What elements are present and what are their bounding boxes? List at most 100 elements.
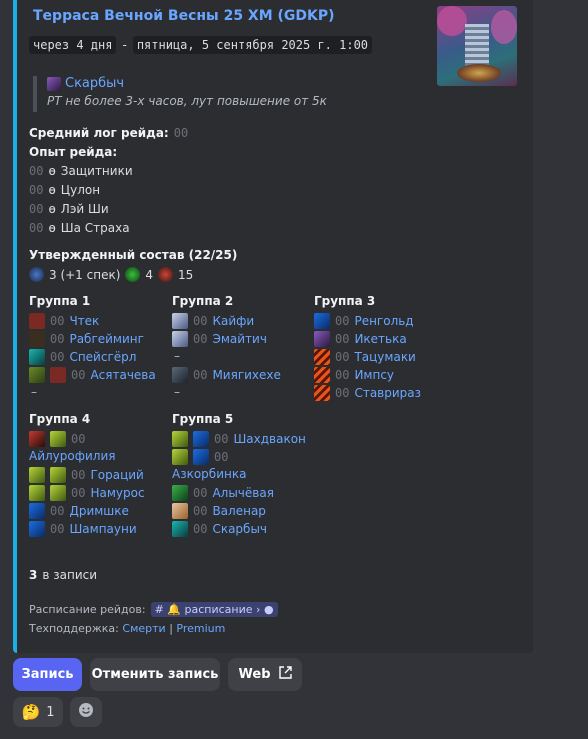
list-item: 00 Шахдвакон: [172, 431, 306, 447]
healer-count: 4: [145, 267, 154, 282]
hash-icon: #: [154, 603, 164, 616]
list-item: 00 Рабгейминг: [29, 331, 144, 347]
class-icon: [314, 313, 330, 329]
avg-log-value: 00: [173, 126, 189, 140]
raid-thumbnail[interactable]: [437, 6, 517, 86]
class-icon: [50, 431, 66, 447]
class-icon: [314, 349, 330, 365]
class-icon: [193, 449, 209, 465]
support-link-smerti[interactable]: Смерти: [122, 622, 165, 635]
support-label: Техподдержка:: [29, 622, 119, 635]
list-item: 00 Ставрираз: [314, 385, 421, 401]
experience-row: 00 ɵ Защитники: [29, 164, 133, 178]
signup-button[interactable]: Запись: [13, 658, 82, 691]
list-item: 00: [29, 431, 85, 447]
class-icon: [314, 367, 330, 383]
class-icon: [172, 313, 188, 329]
empty-slot: –: [31, 385, 37, 399]
class-icon: [314, 385, 330, 401]
class-icon: [172, 367, 188, 383]
experience-row: 00 ɵ Ша Страха: [29, 221, 130, 235]
class-icon: [172, 521, 188, 537]
group-title: Группа 4: [29, 412, 91, 426]
experience-row: 00 ɵ Цулон: [29, 183, 101, 197]
web-button[interactable]: Web: [228, 658, 302, 691]
list-item: 00 Спейсгёрл: [29, 349, 136, 365]
raid-embed: Терраса Вечной Весны 25 ХМ (GDKP) через …: [13, 0, 533, 653]
class-icon: [50, 367, 66, 383]
class-icon: [29, 331, 45, 347]
class-icon: [29, 367, 45, 383]
member-name[interactable]: Айлурофилия: [29, 449, 115, 463]
reaction-emoji[interactable]: 🤔 1: [13, 697, 63, 727]
avg-log-label: Средний лог рейда:: [29, 126, 169, 140]
list-item: 00 Шампауни: [29, 521, 137, 537]
roster-label: Утвержденный состав (22/25): [29, 248, 238, 262]
list-item: 00 Ренгольд: [314, 313, 414, 329]
list-item: 00 Валенар: [172, 503, 266, 519]
leader-class-icon: [47, 76, 61, 91]
class-icon: [29, 485, 45, 501]
external-link-icon: [278, 666, 292, 683]
dps-count: 15: [178, 267, 194, 282]
thinking-face-icon: 🤔: [21, 703, 41, 721]
chevron-right-icon: ›: [256, 603, 261, 616]
bell-icon: 🔔: [167, 603, 182, 616]
class-icon: [314, 331, 330, 347]
list-item: 00 Скарбыч: [172, 521, 267, 537]
class-icon: [172, 485, 188, 501]
support-line: Техподдержка: Смерти | Premium: [29, 622, 225, 635]
schedule-line: Расписание рейдов: # 🔔 расписание › ●: [29, 602, 278, 617]
class-icon: [29, 503, 45, 519]
experience-label: Опыт рейда:: [29, 145, 118, 159]
web-button-label: Web: [238, 667, 271, 682]
avg-log: Средний лог рейда: 00: [29, 126, 188, 140]
role-counts: 3 (+1 спек) 4 15: [29, 267, 193, 282]
group-title: Группа 3: [314, 294, 376, 308]
list-item: 00 Гораций: [29, 467, 144, 483]
group-title: Группа 5: [172, 412, 234, 426]
cancel-signup-button[interactable]: Отменить запись: [90, 658, 220, 691]
list-item: 00 Импсу: [314, 367, 394, 383]
class-icon: [29, 431, 45, 447]
list-item: 00 Намурос: [29, 485, 145, 501]
tank-count: 3 (+1 спек): [49, 267, 121, 282]
list-item: 00 Эмайтич: [172, 331, 267, 347]
leader-name[interactable]: Скарбыч: [65, 76, 124, 91]
add-reaction-button[interactable]: [70, 697, 102, 727]
signed-count: 3 в записи: [29, 568, 97, 582]
list-item: 00 Чтек: [29, 313, 99, 329]
support-separator: |: [169, 622, 173, 635]
signed-count-value: 3: [29, 568, 38, 582]
class-icon: [172, 449, 188, 465]
support-link-premium[interactable]: Premium: [176, 622, 225, 635]
list-item: 00 Икетька: [314, 331, 407, 347]
add-emoji-icon: [78, 702, 94, 722]
date-separator: -: [122, 38, 127, 52]
dps-icon: [158, 267, 174, 282]
raid-note: РТ не более 3-х часов, лут повышение от …: [47, 94, 327, 108]
member-name[interactable]: Азкорбинка: [172, 467, 246, 481]
raid-title[interactable]: Терраса Вечной Весны 25 ХМ (GDKP): [33, 8, 335, 24]
relative-time: через 4 дня: [29, 36, 117, 54]
class-icon: [29, 349, 45, 365]
experience-row: 00 ɵ Лэй Ши: [29, 202, 109, 216]
leader-quote: Скарбыч РТ не более 3-х часов, лут повыш…: [33, 76, 327, 112]
channel-mention[interactable]: # 🔔 расписание › ●: [150, 602, 278, 617]
signed-count-label: в записи: [42, 568, 98, 582]
schedule-label: Расписание рейдов:: [29, 603, 146, 616]
raid-date: через 4 дня - пятница, 5 сентября 2025 г…: [29, 36, 373, 54]
tank-icon: [29, 267, 44, 282]
list-item: 00 Алычёвая: [172, 485, 274, 501]
list-item: 00: [172, 449, 228, 465]
list-item: 00 Дримшке: [29, 503, 129, 519]
class-icon: [50, 485, 66, 501]
group-title: Группа 2: [172, 294, 234, 308]
thread-bubble-icon: ●: [263, 603, 274, 616]
reaction-count: 1: [46, 704, 55, 720]
empty-slot: –: [174, 385, 180, 399]
list-item: 00 Кайфи: [172, 313, 254, 329]
absolute-time: пятница, 5 сентября 2025 г. 1:00: [132, 36, 373, 54]
class-icon: [29, 521, 45, 537]
class-icon: [172, 503, 188, 519]
